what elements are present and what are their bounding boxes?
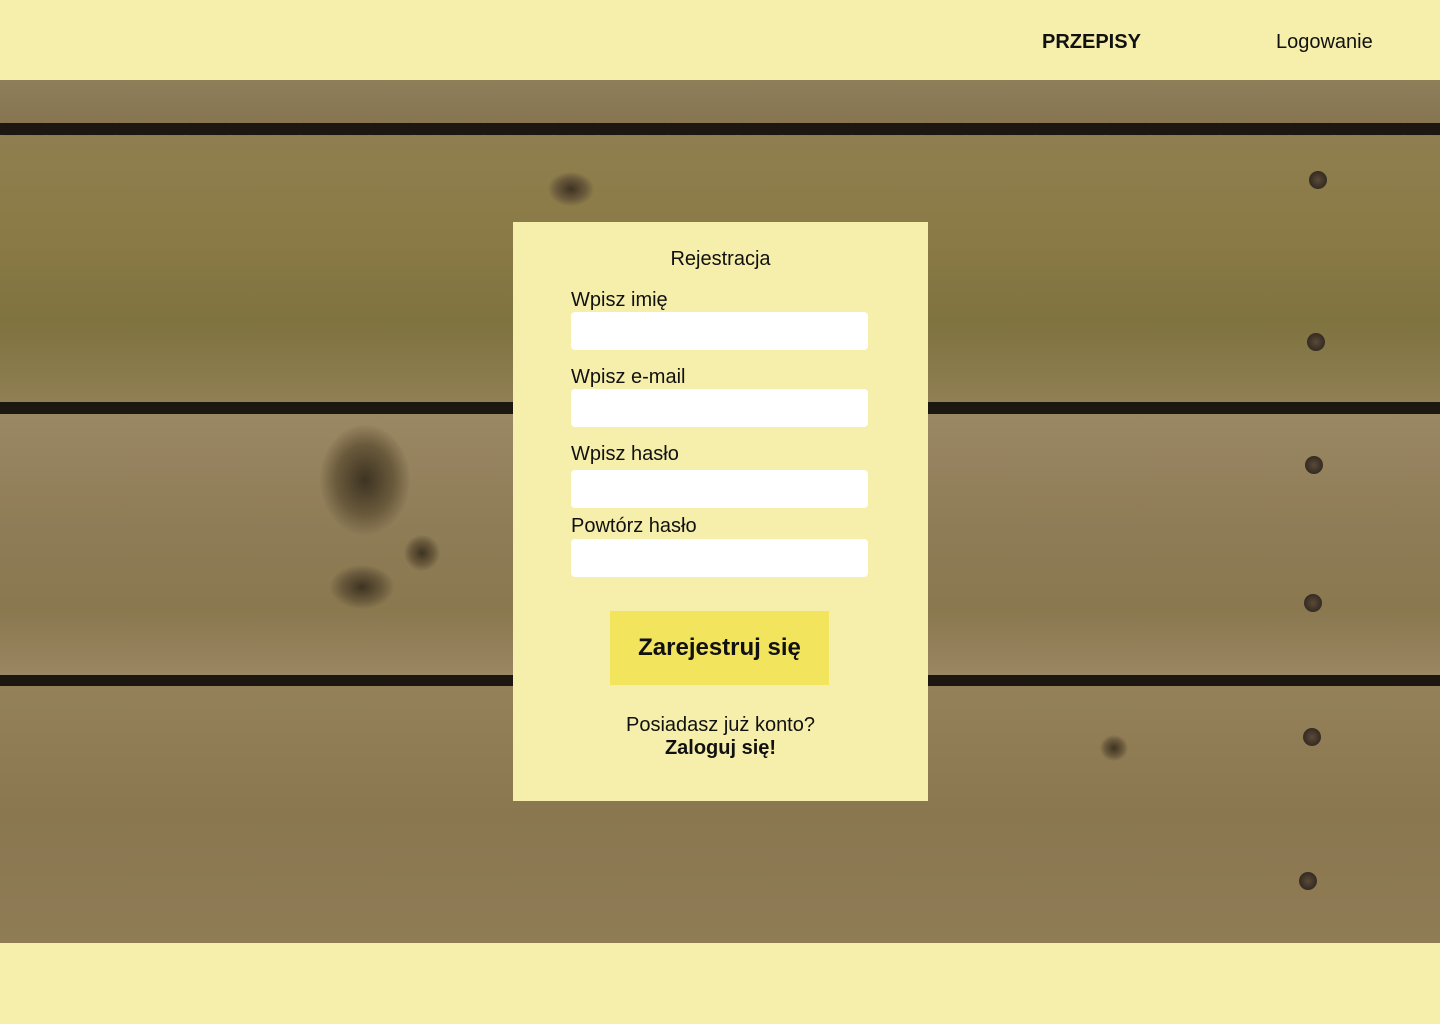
screw [1309,171,1327,189]
password-label: Wpisz hasło [571,443,679,465]
password-repeat-input[interactable] [571,539,868,577]
wood-knot [320,425,410,535]
register-button[interactable]: Zarejestruj się [610,611,829,685]
screw [1299,872,1317,890]
register-panel: Rejestracja Wpisz imię Wpisz e-mail Wpis… [513,222,928,801]
email-input[interactable] [571,389,868,427]
screw [1304,594,1322,612]
register-title: Rejestracja [670,248,771,270]
wood-knot [548,172,594,206]
login-link[interactable]: Zaloguj się! [513,736,928,760]
screw [1307,333,1325,351]
password-input[interactable] [571,470,868,508]
footer-bar [0,943,1440,1024]
wood-knot [404,535,440,571]
email-label: Wpisz e-mail [571,366,686,388]
name-label: Wpisz imię [571,289,668,311]
wood-knot [330,565,394,609]
nav-recipes-link[interactable]: PRZEPISY [1042,30,1141,54]
screw [1305,456,1323,474]
plank-gap [0,123,1440,135]
nav-login-link[interactable]: Logowanie [1276,30,1373,54]
password-repeat-label: Powtórz hasło [571,515,697,537]
screw [1303,728,1321,746]
top-header: PRZEPISY Logowanie [0,0,1440,80]
account-question-text: Posiadasz już konto? [625,714,815,736]
wood-plank [0,80,1440,122]
wood-knot [1100,735,1128,761]
name-input[interactable] [571,312,868,350]
